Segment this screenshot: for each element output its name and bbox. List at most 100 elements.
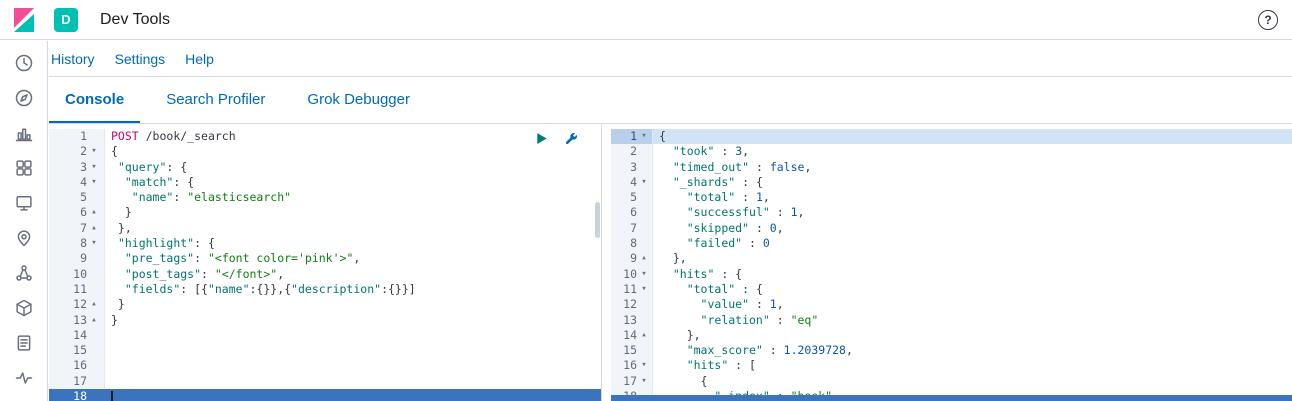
response-editor[interactable]: 1 ▾{2 "took" : 3, 3 "timed_out" : false, 4 ▾… [611,124,1292,401]
editor-line[interactable]: 16 [49,358,601,374]
console-split-view: 1 POST /book/_search 2 ▾{3 ▾ "query": {4 ▾ "m… [49,124,1292,401]
logs-icon[interactable] [14,333,34,353]
kibana-logo[interactable] [0,6,48,34]
editor-line[interactable]: 3 "timed_out" : false, [611,159,1292,175]
top-header: D Dev Tools ? [0,0,1292,40]
fold-end-icon[interactable]: ▴ [87,297,101,312]
editor-line[interactable]: 6 "successful" : 1, [611,205,1292,221]
editor-line[interactable]: 17 ▾ { [611,373,1292,390]
dev-tools-tabs: Console Search Profiler Grok Debugger [49,77,1292,124]
line-number: 1 [630,129,637,143]
fold-start-icon[interactable]: ▾ [87,236,101,251]
editor-line[interactable]: 15 "max_score" : 1.2039728, [611,343,1292,359]
fold-start-icon[interactable]: ▾ [637,282,651,297]
line-number: 2 [80,144,87,159]
fold-start-icon[interactable]: ▾ [637,358,651,373]
recently-viewed-icon[interactable] [14,53,34,73]
line-number: 16 [73,358,87,373]
space-badge[interactable]: D [54,7,78,32]
visualize-icon[interactable] [14,123,34,143]
send-request-button[interactable] [534,131,549,146]
discover-icon[interactable] [14,88,34,108]
apm-icon[interactable] [14,368,34,388]
line-number: 16 [623,358,637,373]
line-number: 18 [73,389,87,401]
fold-end-icon[interactable]: ▴ [87,221,101,236]
editor-line[interactable]: 2 ▾{ [49,144,601,160]
editor-line[interactable]: 8 ▾ "highlight": { [49,236,601,252]
editor-line[interactable]: 5 "name": "elasticsearch" [49,190,601,206]
editor-line[interactable]: 10 ▾ "hits" : { [611,266,1292,282]
tab-grok-debugger[interactable]: Grok Debugger [291,77,426,123]
canvas-icon[interactable] [14,193,34,213]
editor-line[interactable]: 14 [49,327,601,344]
fold-start-icon[interactable]: ▾ [637,374,651,389]
fold-end-icon[interactable]: ▴ [87,205,101,220]
editor-line[interactable]: 1 ▾{ [611,129,1292,145]
horizontal-scrollbar[interactable] [611,395,1292,401]
fold-start-icon[interactable]: ▾ [87,160,101,175]
editor-line[interactable]: 11 "fields": [{"name":{}},{"description"… [49,281,601,298]
help-link[interactable]: Help [185,51,214,67]
line-number: 4 [80,174,87,189]
editor-line[interactable]: 17 [49,373,601,390]
editor-line[interactable]: 6 ▴ } [49,205,601,221]
wrench-icon[interactable] [564,131,579,146]
fold-start-icon[interactable]: ▾ [87,144,101,159]
text-cursor [111,391,113,401]
editor-line[interactable]: 9 "pre_tags": "<font color='pink'>", [49,251,601,267]
editor-line[interactable]: 9 ▴ }, [611,251,1292,267]
fold-start-icon[interactable]: ▾ [637,267,651,282]
line-number: 12 [73,297,87,312]
line-number: 8 [630,236,637,251]
kibana-logo-icon [14,7,34,32]
editor-line[interactable]: 10 "post_tags": "</font>", [49,266,601,282]
editor-line[interactable]: 7 "skipped" : 0, [611,220,1292,237]
panel-resizer[interactable] [601,124,611,401]
editor-line[interactable]: 4 ▾ "_shards" : { [611,174,1292,191]
fold-end-icon[interactable]: ▴ [87,313,101,328]
line-number: 13 [73,312,87,327]
fold-end-icon[interactable]: ▴ [637,251,651,266]
editor-line[interactable]: 7 ▴ }, [49,220,601,237]
vertical-scrollbar[interactable] [595,202,600,238]
editor-line[interactable]: 1 POST /book/_search [49,129,601,145]
editor-line[interactable]: 8 "failed" : 0 [611,236,1292,252]
editor-line[interactable]: 4 ▾ "match": { [49,174,601,191]
editor-line[interactable]: 3 ▾ "query": { [49,159,601,175]
help-icon[interactable]: ? [1258,9,1278,30]
settings-link[interactable]: Settings [115,51,166,67]
editor-line[interactable]: 12 "value" : 1, [611,297,1292,313]
fold-end-icon[interactable]: ▴ [637,328,651,343]
request-editor[interactable]: 1 POST /book/_search 2 ▾{3 ▾ "query": {4 ▾ "m… [49,124,601,401]
request-editor-pane[interactable]: 1 POST /book/_search 2 ▾{3 ▾ "query": {4 ▾ "m… [49,124,601,401]
line-number: 15 [623,343,637,358]
editor-line[interactable]: 18 [49,389,601,401]
maps-icon[interactable] [14,228,34,248]
editor-line[interactable]: 15 [49,343,601,359]
line-number: 11 [623,281,637,296]
line-number: 1 [80,129,87,143]
line-number: 7 [630,220,637,235]
fold-start-icon[interactable]: ▾ [637,129,651,144]
fold-start-icon[interactable]: ▾ [637,175,651,190]
editor-line[interactable]: 2 "took" : 3, [611,144,1292,160]
fold-start-icon[interactable]: ▾ [87,175,101,190]
editor-line[interactable]: 13 "relation" : "eq" [611,312,1292,328]
editor-line[interactable]: 16 ▾ "hits" : [ [611,358,1292,374]
editor-line[interactable]: 13 ▴} [49,312,601,328]
dashboard-icon[interactable] [14,158,34,178]
line-number: 13 [623,312,637,327]
infrastructure-icon[interactable] [14,298,34,318]
tab-console[interactable]: Console [49,77,141,123]
history-link[interactable]: History [51,51,95,67]
line-number: 5 [80,190,87,205]
editor-line[interactable]: 14 ▴ }, [611,327,1292,344]
response-editor-pane[interactable]: 1 ▾{2 "took" : 3, 3 "timed_out" : false, 4 ▾… [611,124,1292,401]
tab-search-profiler[interactable]: Search Profiler [150,77,281,123]
editor-line[interactable]: 5 "total" : 1, [611,190,1292,206]
machine-learning-icon[interactable] [14,263,34,283]
editor-line[interactable]: 12 ▴ } [49,297,601,313]
line-number: 17 [73,373,87,388]
editor-line[interactable]: 11 ▾ "total" : { [611,281,1292,298]
